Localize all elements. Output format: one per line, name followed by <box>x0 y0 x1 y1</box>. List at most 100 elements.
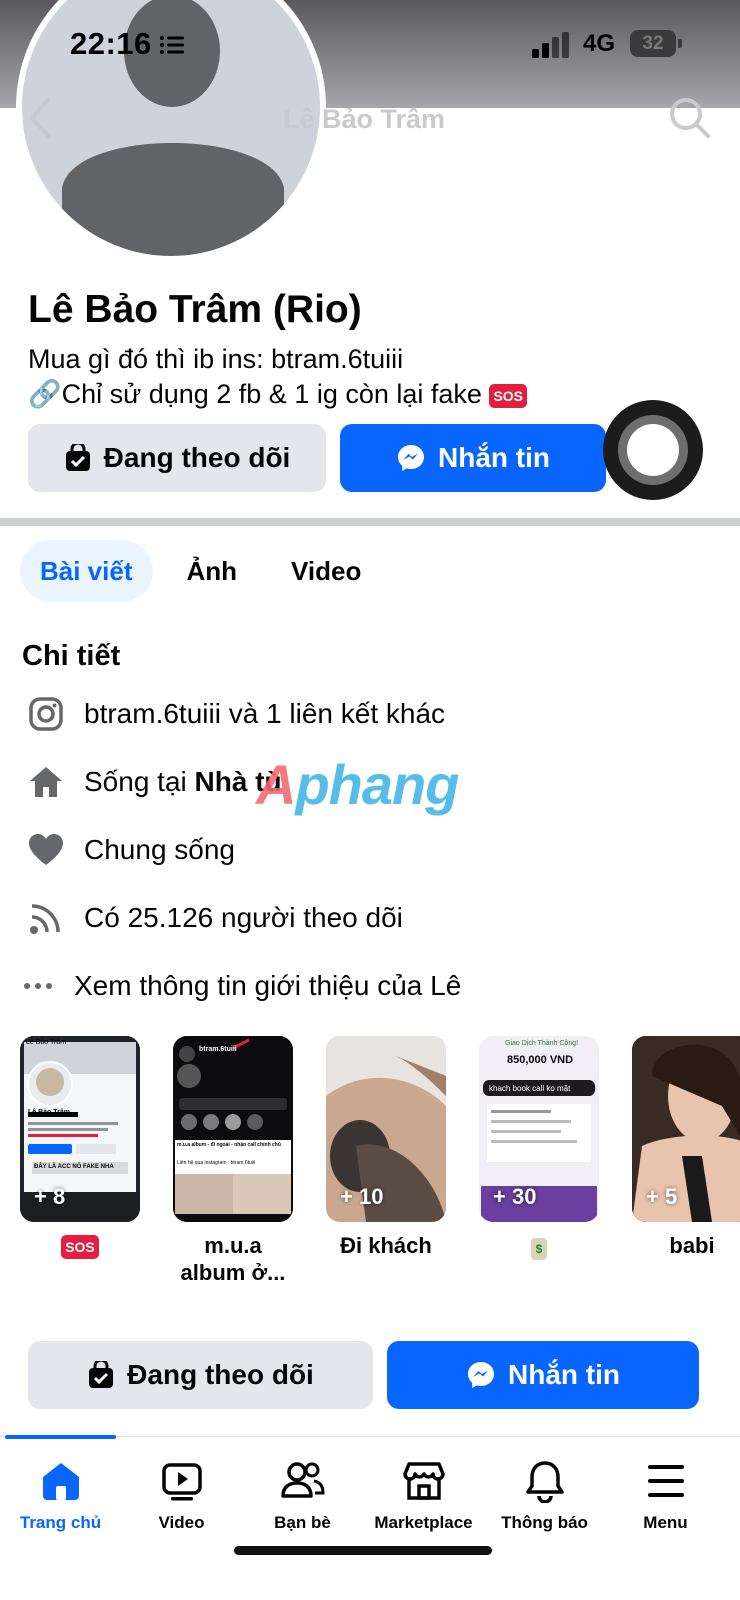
home-indicator[interactable] <box>234 1546 492 1555</box>
rss-followers-icon <box>24 901 68 935</box>
highlight-item[interactable]: + 10 Đi khách <box>326 1036 446 1259</box>
nav-title: Lê Bảo Trâm <box>283 104 446 134</box>
message-label: Nhắn tin <box>508 1359 620 1390</box>
more-dots-icon <box>20 982 56 990</box>
tab-videos[interactable]: Video <box>271 540 381 602</box>
profile-tabs: Bài viết Ảnh Video <box>20 540 395 602</box>
details-title: Chi tiết <box>22 640 121 672</box>
highlight-item[interactable]: + 5 babi <box>632 1036 740 1259</box>
highlight-4-amount: 850,000 VND <box>507 1054 574 1066</box>
following-check-icon <box>64 444 92 472</box>
story-highlights: Lê Bảo Trâm Lê Bảo Trâm ĐÂY LÀ ACC NÓ FA… <box>20 1036 740 1316</box>
instagram-icon <box>24 696 68 732</box>
battery-icon: 32 <box>630 30 682 57</box>
bottom-tab-bar: Trang chủ Video Bạn bè Marketplace Thông… <box>0 1436 740 1600</box>
highlight-4-title: Giao Dịch Thành Công! <box>505 1040 579 1047</box>
highlight-item[interactable]: Giao Dịch Thành Công! 850,000 VND khach … <box>479 1036 599 1260</box>
highlight-cover: Lê Bảo Trâm Lê Bảo Trâm ĐÂY LÀ ACC NÓ FA… <box>20 1036 140 1222</box>
detail-instagram[interactable]: btram.6tuiii và 1 liên kết khác <box>24 692 445 736</box>
see-about-text: Xem thông tin giới thiệu của Lê <box>74 970 462 1001</box>
tab-posts[interactable]: Bài viết <box>20 540 153 602</box>
money-bag-emoji-icon: $ <box>530 1238 548 1260</box>
tabbar-marketplace[interactable]: Marketplace <box>363 1453 484 1533</box>
following-label: Đang theo dõi <box>103 442 291 473</box>
profile-name: Lê Bảo Trâm (Rio) <box>28 288 362 331</box>
home-icon <box>0 1453 121 1509</box>
signal-icon <box>532 32 569 58</box>
highlight-cover: Giao Dịch Thành Công! 850,000 VND khach … <box>479 1036 599 1222</box>
focus-list-icon <box>160 36 184 54</box>
messenger-icon <box>466 1360 496 1390</box>
highlight-label: SOS <box>20 1232 140 1260</box>
highlight-cover: + 10 <box>326 1036 446 1222</box>
messenger-icon <box>396 443 426 473</box>
detail-followers-text: Có 25.126 người theo dõi <box>84 902 403 933</box>
bell-icon <box>484 1453 605 1509</box>
tabbar-menu[interactable]: Menu <box>605 1453 726 1533</box>
friends-icon <box>242 1453 363 1509</box>
assistive-touch-button[interactable] <box>603 400 703 500</box>
tabbar-notifications[interactable]: Thông báo <box>484 1453 605 1533</box>
highlight-label: babi <box>669 1233 715 1258</box>
status-time: 22:16 <box>70 26 152 61</box>
highlight-1-header: Lê Bảo Trâm <box>26 1039 67 1046</box>
detail-see-about[interactable]: Xem thông tin giới thiệu của Lê <box>20 964 461 1008</box>
highlight-count: + 10 <box>340 1184 384 1209</box>
following-button[interactable]: Đang theo dõi <box>28 424 326 492</box>
search-icon[interactable] <box>668 96 712 140</box>
tabbar-video[interactable]: Video <box>121 1453 242 1533</box>
highlight-4-note: khach book call ko mặt <box>489 1084 571 1093</box>
tabbar-video-label: Video <box>158 1513 205 1532</box>
tabbar-notifications-label: Thông báo <box>501 1513 588 1532</box>
tabbar-marketplace-label: Marketplace <box>374 1513 473 1532</box>
video-icon <box>121 1453 242 1509</box>
detail-followers[interactable]: Có 25.126 người theo dõi <box>24 896 403 940</box>
highlight-1-banner: ĐÂY LÀ ACC NÓ FAKE NHA <box>34 1164 114 1170</box>
highlight-cover: + 5 <box>632 1036 740 1222</box>
detail-instagram-text: btram.6tuiii và 1 liên kết khác <box>84 698 446 729</box>
sos-emoji-icon: SOS <box>489 383 528 408</box>
back-chevron-icon[interactable] <box>26 96 54 140</box>
detail-lives-in: Sống tại Nhà tù <box>24 760 282 804</box>
following-label: Đang theo dõi <box>127 1359 314 1390</box>
detail-lives-text: Sống tại Nhà tù <box>84 766 282 798</box>
highlight-label: $ <box>479 1232 599 1260</box>
battery-level: 32 <box>630 30 676 57</box>
active-tab-indicator <box>5 1435 116 1439</box>
highlight-2-banner: m.u.a album - đi ngoài - nhận call chính… <box>177 1142 281 1148</box>
section-divider <box>0 518 740 526</box>
heart-icon <box>24 833 68 867</box>
marketplace-icon <box>363 1453 484 1509</box>
tab-photos[interactable]: Ảnh <box>167 540 258 602</box>
house-icon <box>24 764 68 800</box>
menu-icon <box>605 1453 726 1509</box>
message-button[interactable]: Nhắn tin <box>340 424 606 492</box>
highlight-2-sub: Liên hệ qua instagram : btram.6tuiii <box>177 1160 256 1166</box>
highlight-item[interactable]: Lê Bảo Trâm Lê Bảo Trâm ĐÂY LÀ ACC NÓ FA… <box>20 1036 140 1260</box>
detail-relationship: Chung sống <box>24 828 235 872</box>
detail-relationship-text: Chung sống <box>84 834 236 865</box>
following-button-bottom[interactable]: Đang theo dõi <box>28 1341 373 1409</box>
bio-line-2-text: 🔗Chỉ sử dụng 2 fb & 1 ig còn lại fake <box>28 379 482 409</box>
highlight-label: Đi khách <box>340 1233 432 1258</box>
tabbar-friends[interactable]: Bạn bè <box>242 1453 363 1533</box>
tabbar-menu-label: Menu <box>643 1513 688 1532</box>
highlight-label: m.u.a album ở... <box>180 1233 286 1285</box>
tabbar-home-label: Trang chủ <box>19 1513 102 1532</box>
following-check-icon <box>87 1361 115 1389</box>
tabbar-home[interactable]: Trang chủ <box>0 1453 121 1533</box>
sos-emoji-icon: SOS <box>61 1235 99 1260</box>
network-type: 4G <box>583 30 616 57</box>
message-button-bottom[interactable]: Nhắn tin <box>387 1341 699 1409</box>
highlight-count: + 30 <box>493 1184 537 1209</box>
status-bar: 22:16 4G 32 <box>0 0 740 90</box>
bio-line-2: 🔗Chỉ sử dụng 2 fb & 1 ig còn lại fake SO… <box>28 378 528 410</box>
message-label: Nhắn tin <box>438 442 550 473</box>
highlight-count: + 5 <box>646 1184 678 1209</box>
highlight-cover: btram.6tuiii m.u.a album - đi ngoài - nh… <box>173 1036 293 1222</box>
watermark-logo: Aphang <box>256 753 459 816</box>
highlight-item[interactable]: btram.6tuiii m.u.a album - đi ngoài - nh… <box>173 1036 293 1286</box>
highlight-count: + 8 <box>34 1184 66 1209</box>
highlight-2-handle: btram.6tuiii <box>199 1046 237 1053</box>
lives-prefix: Sống tại <box>84 766 195 797</box>
